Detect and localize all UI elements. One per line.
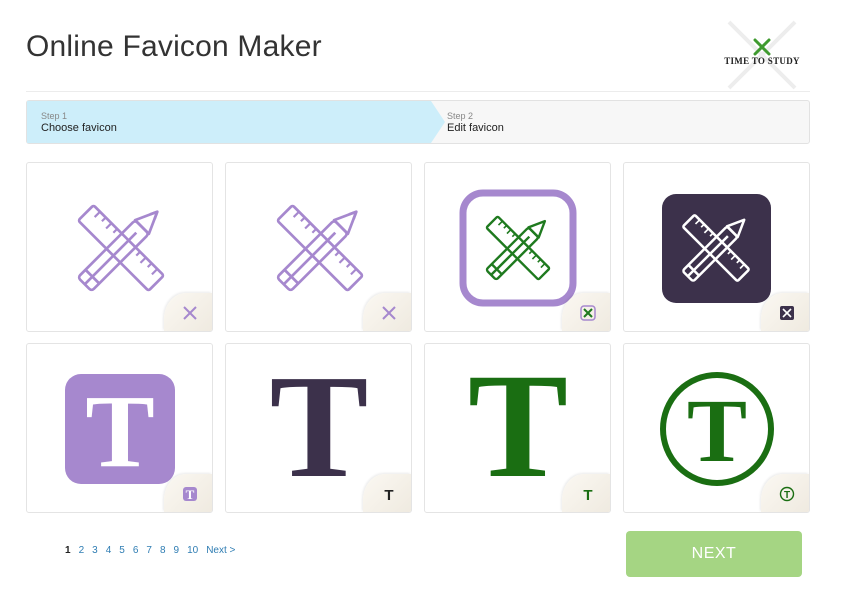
- page-link-7[interactable]: 7: [146, 545, 152, 556]
- pencil-ruler-dark-small-icon: [780, 306, 794, 320]
- next-button[interactable]: NEXT: [626, 531, 802, 577]
- step-1-number: Step 1: [41, 111, 68, 121]
- pencil-ruler-small-icon: [183, 306, 197, 320]
- step-1-label: Choose favicon: [41, 122, 117, 134]
- pencil-ruler-small-icon: [382, 306, 396, 320]
- favicon-card-t-green-circle[interactable]: T T: [623, 343, 810, 513]
- step-2-number: Step 2: [447, 111, 474, 121]
- page-link-5[interactable]: 5: [119, 545, 125, 556]
- favicon-preview-corner: [761, 293, 809, 331]
- step-2-label: Edit favicon: [447, 122, 504, 134]
- svg-text:T: T: [583, 487, 592, 502]
- letter-t-dark-small-icon: T: [384, 487, 393, 502]
- favicon-preview-corner: [164, 293, 212, 331]
- logo-text: Time to Study: [724, 56, 800, 66]
- favicon-card-pencil-ruler-framed[interactable]: [424, 162, 611, 332]
- favicon-preview-corner: T: [164, 474, 212, 512]
- step-arrow: [431, 101, 445, 143]
- favicon-card-t-green[interactable]: T T: [424, 343, 611, 513]
- svg-text:T: T: [270, 345, 369, 509]
- page-link-8[interactable]: 8: [160, 545, 166, 556]
- favicon-card-t-dark[interactable]: T T: [225, 343, 412, 513]
- letter-t-purple-small-icon: T: [183, 487, 197, 502]
- favicon-preview-corner: T: [761, 474, 809, 512]
- letter-t-green-small-icon: T: [583, 487, 592, 502]
- time-to-study-logo[interactable]: Time to Study: [715, 18, 809, 92]
- logo-cross-icon: [727, 20, 797, 90]
- page-link-9[interactable]: 9: [174, 545, 180, 556]
- favicon-preview-corner: T: [363, 474, 411, 512]
- page-link-1[interactable]: 1: [65, 545, 71, 556]
- pagination: 1 2 3 4 5 6 7 8 9 10 Next >: [65, 545, 243, 556]
- svg-text:T: T: [85, 374, 154, 489]
- step-progress-bar: Step 1 Choose favicon Step 2 Edit favico…: [26, 100, 810, 144]
- svg-text:T: T: [384, 487, 393, 502]
- pencil-ruler-framed-small-icon: [580, 305, 596, 321]
- favicon-card-pencil-ruler-2[interactable]: [225, 162, 412, 332]
- page-link-2[interactable]: 2: [79, 545, 85, 556]
- favicon-preview-corner: [363, 293, 411, 331]
- svg-text:T: T: [784, 490, 790, 501]
- page-link-4[interactable]: 4: [106, 545, 112, 556]
- svg-text:T: T: [687, 382, 747, 481]
- svg-text:T: T: [186, 487, 195, 502]
- page-link-10[interactable]: 10: [187, 545, 198, 556]
- next-page-link[interactable]: Next >: [206, 545, 235, 556]
- header-divider: [26, 91, 810, 92]
- letter-t-green-circle-small-icon: T: [779, 486, 795, 502]
- favicon-preview-corner: T: [562, 474, 610, 512]
- page-link-3[interactable]: 3: [92, 545, 98, 556]
- svg-text:T: T: [468, 344, 568, 509]
- favicon-card-pencil-ruler-1[interactable]: [26, 162, 213, 332]
- page-link-6[interactable]: 6: [133, 545, 139, 556]
- page-title: Online Favicon Maker: [26, 30, 322, 63]
- favicon-card-pencil-ruler-dark[interactable]: [623, 162, 810, 332]
- favicon-card-t-purple-tile[interactable]: T T: [26, 343, 213, 513]
- favicon-preview-corner: [562, 293, 610, 331]
